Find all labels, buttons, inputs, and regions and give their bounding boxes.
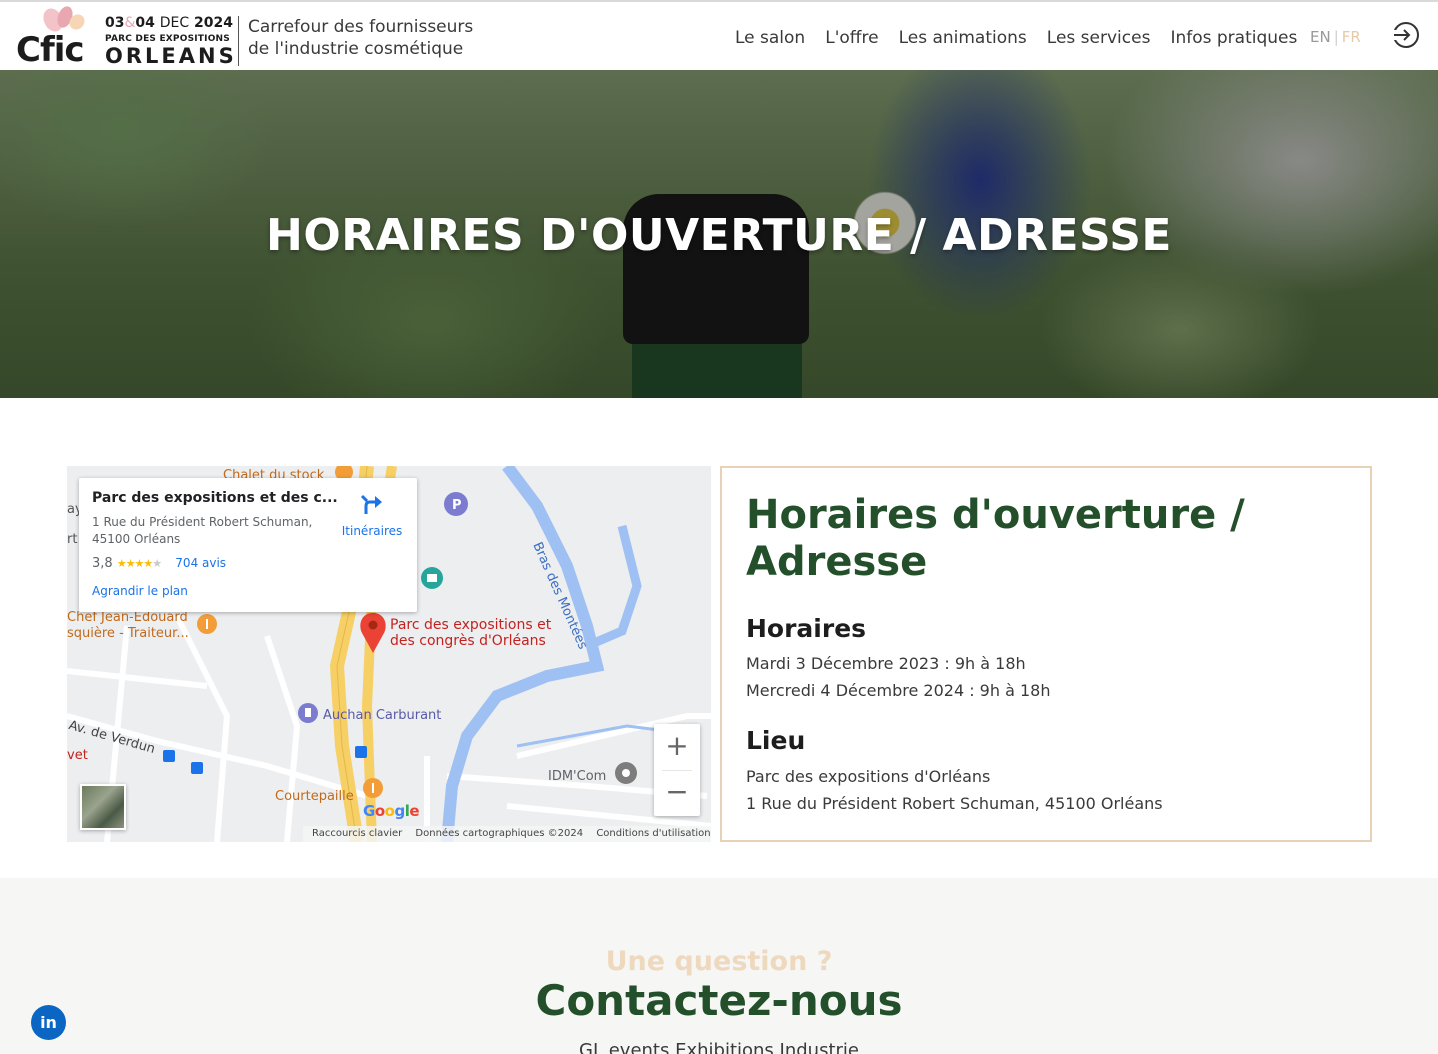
contact-organization: GL events Exhibitions Industrie [579, 1040, 859, 1054]
map-label-courtepaille: Courtepaille [275, 789, 354, 804]
contact-title: Contactez-nous [535, 976, 903, 1025]
google-map[interactable]: P Chalet du stock ay rt Chef Jean-Edouar… [67, 466, 711, 842]
zoom-out-button[interactable]: − [654, 770, 700, 816]
place-heading: Lieu [746, 726, 806, 755]
logo-city: ORLEANS [105, 44, 237, 68]
map-place-card: Parc des expositions et des c... 1 Rue d… [79, 478, 417, 612]
nav-item-offre[interactable]: L'offre [815, 28, 888, 48]
map-zoom-control: + − [654, 724, 700, 816]
reviews-link[interactable]: 704 avis [165, 556, 226, 570]
contact-section: Une question ? Contactez-nous GL events … [0, 878, 1438, 1054]
lang-en-link[interactable]: EN [1310, 28, 1331, 46]
main-nav: Le salon L'offre Les animations Les serv… [725, 28, 1307, 48]
site-tagline: Carrefour des fournisseurs de l'industri… [248, 17, 474, 59]
contact-kicker: Une question ? [605, 946, 833, 977]
lang-separator: | [1333, 28, 1339, 46]
info-title: Horaires d'ouverture / Adresse [746, 492, 1245, 585]
map-label-idm: IDM'Com [548, 769, 607, 784]
hours-heading: Horaires [746, 614, 867, 643]
nav-item-animations[interactable]: Les animations [889, 28, 1037, 48]
map-label-rt: rt [67, 532, 78, 547]
nav-item-le-salon[interactable]: Le salon [725, 28, 815, 48]
map-footer: Raccourcis clavier Données cartographiqu… [303, 826, 711, 842]
site-header: Cfic 03&04 DEC 2024 PARC DES EXPOSITIONS… [0, 0, 1438, 70]
place-rating: 3,8 ★★★★★ 704 avis [92, 556, 226, 571]
place-address: 1 Rue du Président Robert Schuman, 45100… [92, 515, 313, 546]
language-switcher: EN | FR [1310, 28, 1361, 46]
logo-divider [238, 16, 239, 66]
satellite-toggle-button[interactable] [80, 784, 126, 830]
lang-fr-link[interactable]: FR [1342, 28, 1361, 46]
google-logo: Google [363, 802, 420, 820]
terms-link[interactable]: Conditions d'utilisation [591, 828, 711, 839]
hours-line: Mercredi 4 Décembre 2024 : 9h à 18h [746, 681, 1051, 700]
place-name: Parc des expositions et des c... [92, 490, 338, 506]
place-line: 1 Rue du Président Robert Schuman, 45100… [746, 794, 1163, 813]
nav-item-infos-pratiques[interactable]: Infos pratiques [1160, 28, 1307, 48]
map-label-vet: vet [67, 748, 88, 763]
linkedin-icon[interactable]: in [31, 1005, 66, 1040]
login-icon[interactable] [1392, 21, 1420, 49]
rating-stars-icon: ★★★★★ [116, 557, 162, 570]
svg-text:P: P [452, 498, 462, 513]
directions-icon [360, 494, 382, 514]
hours-line: Mardi 3 Décembre 2023 : 9h à 18h [746, 654, 1026, 673]
keyboard-shortcuts-link[interactable]: Raccourcis clavier [307, 828, 407, 839]
logo-venue: PARC DES EXPOSITIONS [105, 34, 230, 44]
zoom-in-button[interactable]: + [654, 724, 700, 770]
map-pin-label[interactable]: Parc des expositions et des congrès d'Or… [390, 617, 551, 649]
logo-dates: 03&04 DEC 2024 [105, 15, 234, 31]
logo-brand: Cfic [16, 30, 85, 70]
directions-button[interactable]: Itinéraires [335, 492, 409, 538]
map-label-chef: Chef Jean-Edouard squière - Traiteur... [67, 610, 189, 641]
map-label-auchan: Auchan Carburant [323, 708, 442, 723]
rating-value: 3,8 [92, 556, 113, 571]
cfic-logo[interactable]: Cfic 03&04 DEC 2024 PARC DES EXPOSITIONS… [14, 4, 240, 70]
info-box: Horaires d'ouverture / Adresse Horaires … [720, 466, 1372, 842]
hero-title: HORAIRES D'OUVERTURE / ADRESSE [266, 210, 1172, 261]
place-line: Parc des expositions d'Orléans [746, 767, 991, 786]
hero-banner: HORAIRES D'OUVERTURE / ADRESSE [0, 70, 1438, 398]
directions-label: Itinéraires [341, 524, 403, 538]
map-data-credit: Données cartographiques ©2024 [415, 828, 584, 839]
enlarge-map-link[interactable]: Agrandir le plan [92, 584, 188, 598]
nav-item-services[interactable]: Les services [1037, 28, 1161, 48]
